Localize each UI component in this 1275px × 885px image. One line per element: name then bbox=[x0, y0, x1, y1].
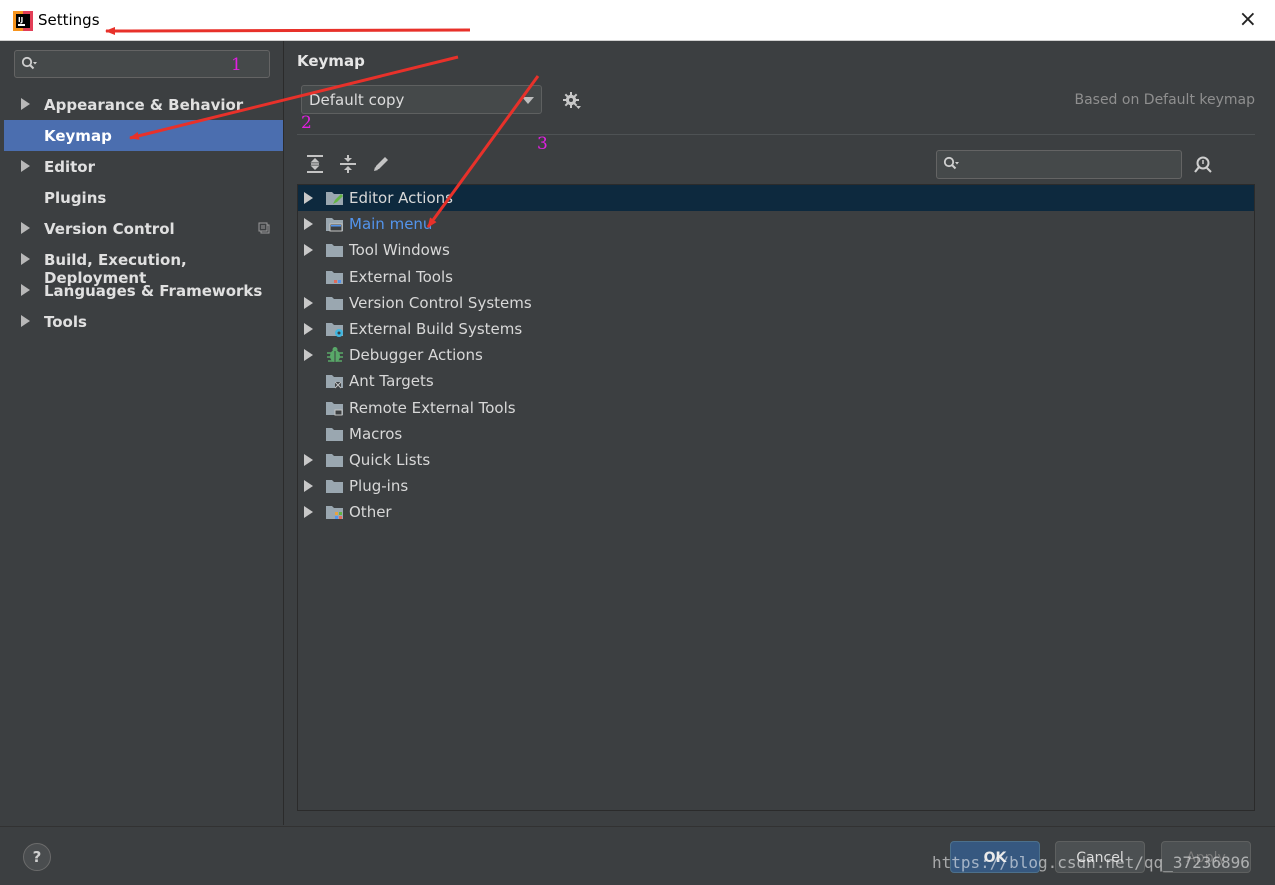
expand-arrow-icon[interactable] bbox=[304, 349, 313, 362]
keymap-dropdown[interactable]: Default copy bbox=[301, 85, 542, 114]
tree-item-label: Debugger Actions bbox=[349, 346, 483, 365]
sidebar-item-label: Tools bbox=[44, 313, 87, 331]
tree-item-label: Main menu bbox=[349, 215, 433, 234]
tree-item-macros[interactable]: Macros bbox=[298, 421, 1254, 447]
tree-item-debugger-actions[interactable]: Debugger Actions bbox=[298, 342, 1254, 368]
other-icon bbox=[326, 506, 343, 520]
close-icon[interactable]: × bbox=[1239, 7, 1257, 32]
expand-arrow-icon[interactable] bbox=[304, 453, 313, 466]
svg-text:IJ: IJ bbox=[18, 16, 23, 24]
collapse-all-icon[interactable] bbox=[338, 154, 358, 174]
tree-item-tool-windows[interactable]: Tool Windows bbox=[298, 237, 1254, 263]
tree-item-external-tools[interactable]: External Tools bbox=[298, 264, 1254, 290]
expand-arrow-icon[interactable] bbox=[304, 218, 313, 231]
based-on-label: Based on Default keymap bbox=[1074, 92, 1255, 108]
project-settings-icon bbox=[258, 222, 270, 234]
sidebar-nav: Appearance & Behavior Keymap Editor Plug… bbox=[4, 89, 283, 337]
tree-item-label: Quick Lists bbox=[349, 450, 431, 469]
expand-arrow-icon[interactable] bbox=[21, 284, 30, 296]
edit-pencil-icon[interactable] bbox=[371, 154, 391, 174]
tree-item-plug-ins[interactable]: Plug-ins bbox=[298, 473, 1254, 499]
sidebar-item-keymap[interactable]: Keymap bbox=[4, 120, 283, 151]
folder-icon bbox=[326, 296, 343, 310]
annotation-number-2: 2 bbox=[301, 113, 312, 133]
help-button[interactable]: ? bbox=[23, 843, 51, 871]
tree-item-label: Tool Windows bbox=[349, 241, 450, 260]
external-build-icon bbox=[326, 322, 343, 337]
folder-icon bbox=[326, 453, 343, 467]
tree-item-version-control-systems[interactable]: Version Control Systems bbox=[298, 290, 1254, 316]
folder-icon bbox=[326, 480, 343, 494]
tree-item-other[interactable]: Other bbox=[298, 499, 1254, 525]
tree-item-quick-lists[interactable]: Quick Lists bbox=[298, 447, 1254, 473]
intellij-logo-icon: IJ bbox=[13, 11, 33, 31]
tree-item-label: Remote External Tools bbox=[349, 398, 516, 417]
tree-item-external-build-systems[interactable]: External Build Systems bbox=[298, 316, 1254, 342]
chevron-down-icon bbox=[522, 97, 534, 104]
bug-icon bbox=[327, 347, 343, 363]
search-icon bbox=[21, 56, 37, 70]
title-bar: IJ Settings × bbox=[0, 0, 1275, 41]
expand-arrow-icon[interactable] bbox=[21, 222, 30, 234]
tree-item-label: Macros bbox=[349, 424, 403, 443]
main-menu-icon bbox=[326, 218, 343, 232]
sidebar-item-tools[interactable]: Tools bbox=[4, 306, 283, 337]
tree-item-label: External Build Systems bbox=[349, 319, 523, 338]
sidebar-item-label: Appearance & Behavior bbox=[44, 96, 244, 114]
tree-item-label: Plug-ins bbox=[349, 477, 409, 496]
keymap-dropdown-value: Default copy bbox=[309, 91, 405, 109]
tree-item-ant-targets[interactable]: Ant Targets bbox=[298, 368, 1254, 394]
window-title: Settings bbox=[38, 11, 100, 29]
tree-item-label: Version Control Systems bbox=[349, 293, 532, 312]
search-icon bbox=[943, 156, 959, 170]
sidebar-item-languages-frameworks[interactable]: Languages & Frameworks bbox=[4, 275, 283, 306]
settings-window: IJ Settings × Appearance & Behavior Keym… bbox=[0, 0, 1275, 885]
external-tools-icon bbox=[326, 270, 343, 284]
page-title: Keymap bbox=[297, 52, 365, 70]
expand-all-icon[interactable] bbox=[305, 154, 325, 174]
remote-tools-icon bbox=[326, 401, 343, 415]
sidebar-item-label: Plugins bbox=[44, 189, 107, 207]
folder-icon bbox=[326, 244, 343, 258]
expand-arrow-icon[interactable] bbox=[304, 506, 313, 519]
keymap-panel: Keymap Default copy Based on Default key… bbox=[284, 41, 1275, 825]
expand-arrow-icon[interactable] bbox=[304, 244, 313, 257]
sidebar-item-appearance-behavior[interactable]: Appearance & Behavior bbox=[4, 89, 283, 120]
folder-icon bbox=[326, 427, 343, 441]
expand-arrow-icon[interactable] bbox=[304, 296, 313, 309]
ant-targets-icon bbox=[326, 375, 343, 389]
tree-item-main-menu[interactable]: Main menu bbox=[298, 211, 1254, 237]
settings-sidebar: Appearance & Behavior Keymap Editor Plug… bbox=[4, 41, 284, 825]
tree-item-label: Ant Targets bbox=[349, 372, 434, 391]
expand-arrow-icon[interactable] bbox=[304, 322, 313, 335]
sidebar-item-label: Version Control bbox=[44, 220, 175, 238]
tree-item-remote-external-tools[interactable]: Remote External Tools bbox=[298, 395, 1254, 421]
editor-actions-icon bbox=[326, 192, 343, 205]
keymap-search-input[interactable] bbox=[936, 150, 1182, 179]
sidebar-item-version-control[interactable]: Version Control bbox=[4, 213, 283, 244]
find-by-shortcut-icon[interactable] bbox=[1192, 154, 1214, 176]
sidebar-item-label: Editor bbox=[44, 158, 95, 176]
keymap-tree: Editor Actions Main menu Tool Windows Ex… bbox=[297, 184, 1255, 811]
sidebar-item-label: Keymap bbox=[44, 127, 112, 145]
gear-icon[interactable] bbox=[562, 91, 582, 111]
annotation-number-3: 3 bbox=[537, 134, 548, 154]
sidebar-item-build-execution-deployment[interactable]: Build, Execution, Deployment bbox=[4, 244, 283, 287]
expand-arrow-icon[interactable] bbox=[304, 192, 313, 204]
annotation-number-1: 1 bbox=[231, 55, 242, 75]
divider bbox=[297, 134, 1255, 135]
expand-arrow-icon[interactable] bbox=[304, 480, 313, 493]
watermark: https://blog.csdn.net/qq_37236896 bbox=[932, 853, 1250, 872]
tree-item-editor-actions[interactable]: Editor Actions bbox=[298, 185, 1254, 212]
expand-arrow-icon[interactable] bbox=[21, 160, 30, 172]
tree-item-label: External Tools bbox=[349, 267, 453, 286]
expand-arrow-icon[interactable] bbox=[21, 315, 30, 327]
sidebar-item-label: Languages & Frameworks bbox=[44, 282, 263, 300]
expand-arrow-icon[interactable] bbox=[21, 253, 30, 265]
tree-item-label: Other bbox=[349, 503, 392, 522]
expand-arrow-icon[interactable] bbox=[21, 98, 30, 110]
tree-item-label: Editor Actions bbox=[349, 189, 453, 207]
sidebar-item-plugins[interactable]: Plugins bbox=[4, 182, 283, 213]
sidebar-item-editor[interactable]: Editor bbox=[4, 151, 283, 182]
